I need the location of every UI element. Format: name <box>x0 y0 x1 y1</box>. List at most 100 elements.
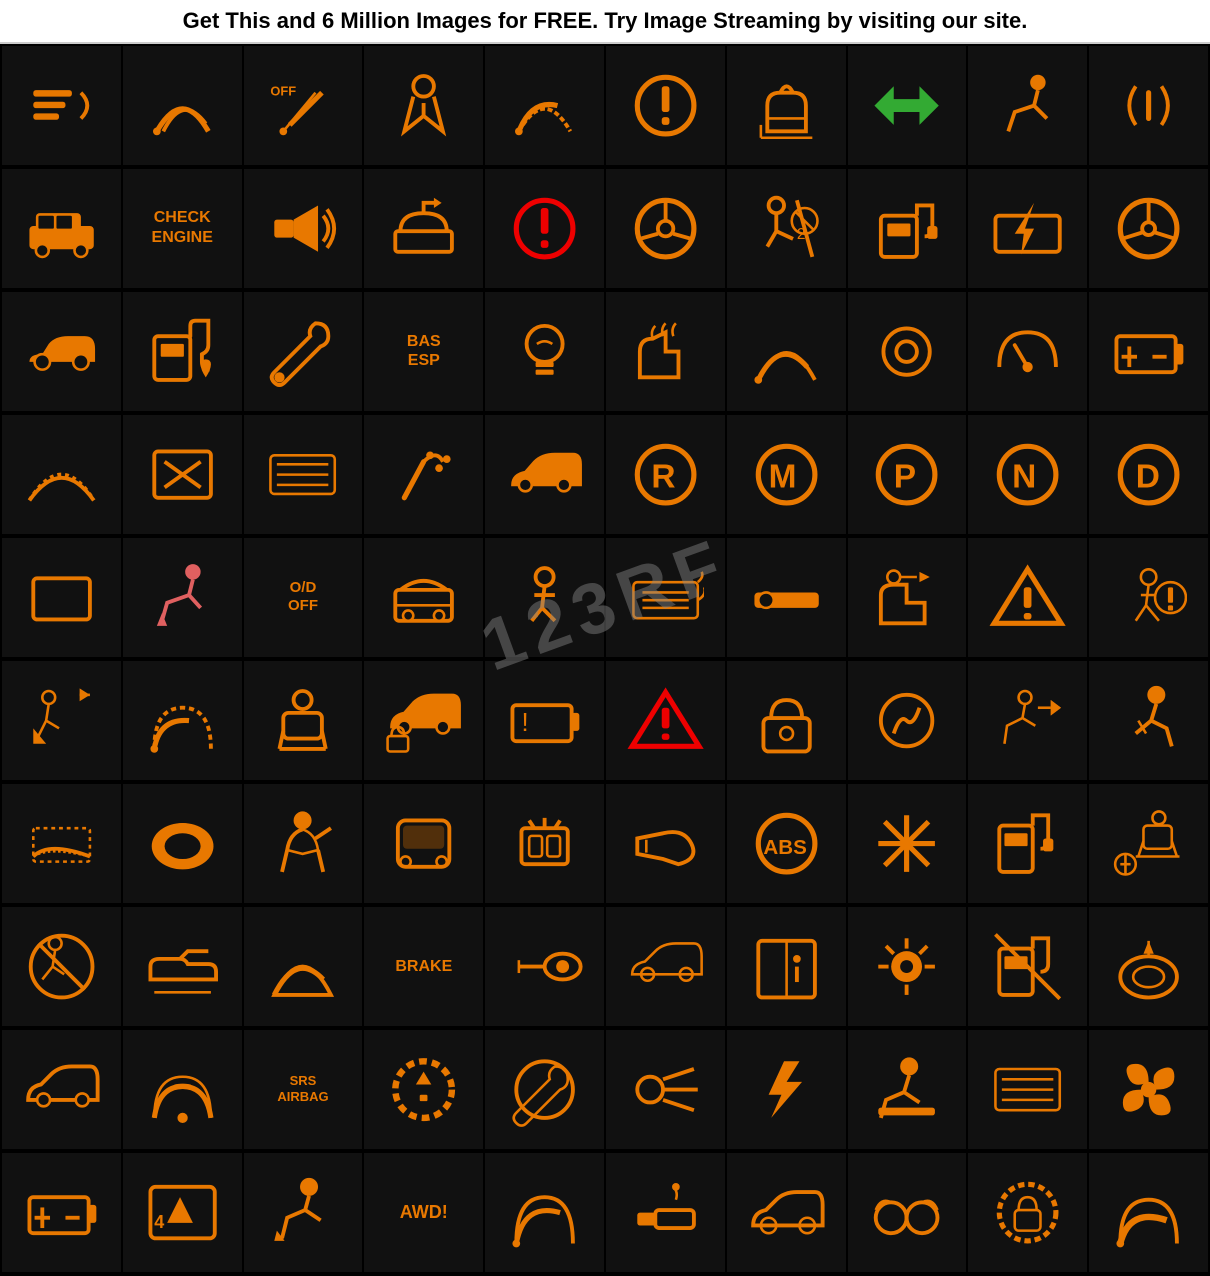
cell-r7c2 <box>123 784 242 903</box>
cell-r5c5 <box>485 538 604 657</box>
gear-cog-icon <box>868 313 945 390</box>
warning-ring-icon <box>385 1051 462 1128</box>
od-off-text: O/DOFF <box>288 579 318 615</box>
seat-position-icon <box>264 1174 341 1251</box>
battery-icon <box>1110 313 1187 390</box>
bas-esp-text: BASESP <box>407 332 441 370</box>
banner-text: Get This and 6 Million Images for FREE. … <box>183 8 1028 33</box>
cell-r6c1 <box>2 661 121 780</box>
fan-blower-icon <box>1110 1051 1187 1128</box>
cell-r10c6 <box>606 1153 725 1272</box>
cell-r1c5 <box>485 46 604 165</box>
cell-r4c4 <box>364 415 483 534</box>
svg-text:4: 4 <box>154 1212 164 1232</box>
cell-r9c6 <box>606 1030 725 1149</box>
battery-warning-icon: ! <box>506 682 583 759</box>
cell-r1c6 <box>606 46 725 165</box>
cell-r7c10 <box>1089 784 1208 903</box>
cell-r3c1 <box>2 292 121 411</box>
x-square-icon <box>144 436 221 513</box>
cell-r6c9 <box>968 661 1087 780</box>
engine-block-icon <box>506 805 583 882</box>
seat-recline-icon <box>868 1051 945 1128</box>
cell-r6c6 <box>606 661 725 780</box>
battery-box-icon <box>23 1174 100 1251</box>
abs-circle-icon: ABS <box>748 805 825 882</box>
goggles-icon <box>868 1174 945 1251</box>
cell-r7c7: ABS <box>727 784 846 903</box>
fluid-level-icon <box>748 67 825 144</box>
cell-r8c4: BRAKE <box>364 907 483 1026</box>
cell-r3c2 <box>123 292 242 411</box>
car-side-icon <box>506 436 583 513</box>
triangle-warning-icon <box>989 559 1066 636</box>
headlights-fan-icon <box>627 1051 704 1128</box>
car-small-icon <box>23 1051 100 1128</box>
top-banner: Get This and 6 Million Images for FREE. … <box>0 0 1210 44</box>
arrows-icon <box>868 67 945 144</box>
cell-r6c4 <box>364 661 483 780</box>
cell-r10c2: 4 <box>123 1153 242 1272</box>
cell-r7c6 <box>606 784 725 903</box>
cell-r3c8 <box>848 292 967 411</box>
car-overhead-icon <box>385 805 462 882</box>
cell-r6c7 <box>727 661 846 780</box>
cell-r8c1 <box>2 907 121 1026</box>
svg-text:N: N <box>1012 458 1036 495</box>
cell-r4c1 <box>2 415 121 534</box>
gas-pump-icon <box>144 313 221 390</box>
cell-r4c6: R <box>606 415 725 534</box>
cell-r4c3 <box>244 415 363 534</box>
cell-r9c5 <box>485 1030 604 1149</box>
car-outline-icon <box>748 1174 825 1251</box>
cell-r2c2: CHECKENGINE <box>123 169 242 288</box>
svg-text:!: ! <box>521 709 528 737</box>
cell-r2c10 <box>1089 169 1208 288</box>
cell-r9c9 <box>968 1030 1087 1149</box>
cell-r1c10 <box>1089 46 1208 165</box>
windscreen-wiper-icon <box>748 313 825 390</box>
signal-waves-icon <box>1110 67 1187 144</box>
wrench-icon <box>264 313 341 390</box>
warning-light-icon <box>868 928 945 1005</box>
cell-r1c2 <box>123 46 242 165</box>
headlight-list-icon <box>23 67 100 144</box>
cell-r4c9: N <box>968 415 1087 534</box>
recline-seat-icon <box>989 67 1066 144</box>
check-engine-text: CHECKENGINE <box>152 208 213 250</box>
cell-r9c3: SRSAIRBAG <box>244 1030 363 1149</box>
cell-r5c8 <box>848 538 967 657</box>
cell-r1c1 <box>2 46 121 165</box>
rear-defroster2-icon <box>989 1051 1066 1128</box>
cell-r1c3: OFF <box>244 46 363 165</box>
srs-airbag-text: SRSAIRBAG <box>277 1073 328 1107</box>
cell-r3c5 <box>485 292 604 411</box>
car-top-view-icon <box>144 805 221 882</box>
p-circle-icon: P <box>868 436 945 513</box>
r-circle-icon: R <box>627 436 704 513</box>
lightning-bolts-icon <box>748 1051 825 1128</box>
svg-text:ABS: ABS <box>763 836 806 859</box>
cell-r3c10 <box>1089 292 1208 411</box>
cell-r10c1 <box>2 1153 121 1272</box>
4wd-icon: 4 <box>144 1174 221 1251</box>
cell-r1c7 <box>727 46 846 165</box>
cell-r10c7 <box>727 1153 846 1272</box>
fuel-pump2-icon <box>989 805 1066 882</box>
wipers-fan-icon <box>144 1051 221 1128</box>
child-seat-icon <box>264 682 341 759</box>
cell-r2c3 <box>244 169 363 288</box>
heated-rear-icon <box>627 559 704 636</box>
cell-r3c4: BASESP <box>364 292 483 411</box>
cell-r8c8 <box>848 907 967 1026</box>
m-circle-icon: M <box>748 436 825 513</box>
cell-r2c4 <box>364 169 483 288</box>
cell-r2c6 <box>606 169 725 288</box>
cell-r2c9 <box>968 169 1087 288</box>
horn-icon <box>264 190 341 267</box>
recline-red-icon <box>144 559 221 636</box>
cell-r10c9 <box>968 1153 1087 1272</box>
trunk-open-icon <box>385 190 462 267</box>
mechanic-icon <box>264 805 341 882</box>
cell-r5c3: O/DOFF <box>244 538 363 657</box>
